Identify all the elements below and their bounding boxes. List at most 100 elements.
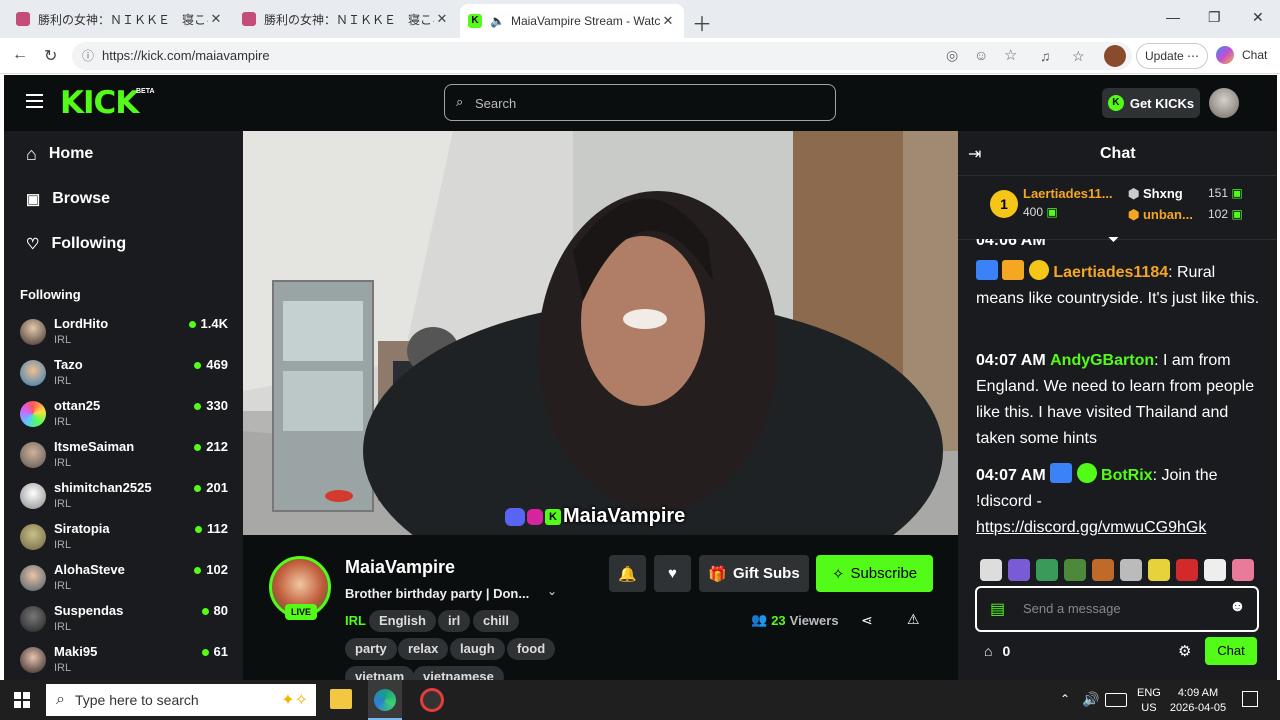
notifications-icon[interactable] bbox=[1242, 691, 1258, 707]
close-tab-icon[interactable]: ✕ bbox=[434, 11, 450, 27]
divider bbox=[958, 175, 1277, 176]
show-hidden-icons[interactable]: ⌃ bbox=[1060, 692, 1070, 706]
windows-start-icon[interactable] bbox=[14, 692, 30, 708]
subscribe-button[interactable]: ✧ Subscribe bbox=[816, 555, 933, 592]
top-nav: KICK BETA ⌕ Search K Get KICKs bbox=[4, 75, 1277, 131]
tag[interactable]: vietnamese bbox=[413, 666, 504, 680]
collections-icon[interactable]: ☆ bbox=[1072, 48, 1085, 65]
tag[interactable]: relax bbox=[398, 638, 449, 660]
tag[interactable]: vietnam bbox=[345, 666, 415, 680]
clock[interactable]: 4:09 AM 2026-04-05 bbox=[1168, 686, 1228, 716]
viewer-count: 112 bbox=[195, 521, 228, 536]
report-icon[interactable]: ⚠ bbox=[907, 611, 920, 628]
copilot-chat-label[interactable]: Chat bbox=[1242, 48, 1267, 62]
url-field[interactable]: ⓘ https://kick.com/maiavampire ◎ ☺ ☆ bbox=[72, 42, 1132, 70]
tab-title: MaiaVampire Stream - Watch bbox=[510, 14, 660, 28]
tag[interactable]: laugh bbox=[450, 638, 505, 660]
message-username[interactable]: Laertiades1184 bbox=[1053, 264, 1168, 281]
emote-icon[interactable] bbox=[1232, 559, 1254, 581]
get-kicks-button[interactable]: K Get KICKs bbox=[1102, 88, 1200, 118]
speaker-icon[interactable]: 🔈 bbox=[490, 14, 505, 28]
back-icon[interactable]: ← bbox=[12, 46, 28, 64]
chat-input[interactable]: ▤ Send a message ☻ bbox=[975, 586, 1259, 632]
favorite-star-icon[interactable]: ☆ bbox=[1004, 46, 1017, 64]
language-indicator[interactable]: ENG US bbox=[1137, 686, 1161, 716]
followed-channel[interactable]: Maki95 IRL 61 bbox=[20, 644, 228, 680]
browser-tab[interactable]: 勝利の女神：ＮＩＫＫＥ 寝ころび ✕ bbox=[234, 4, 458, 34]
emote-icon[interactable] bbox=[1064, 559, 1086, 581]
tag[interactable]: chill bbox=[473, 610, 520, 632]
send-chat-button[interactable]: Chat bbox=[1205, 637, 1257, 665]
kicks-balance[interactable]: ⌂ 0 bbox=[984, 643, 1010, 659]
followed-channel[interactable]: Suspendas IRL 80 bbox=[20, 603, 228, 643]
tracking-icon[interactable]: ◎ bbox=[946, 47, 958, 64]
tag[interactable]: English bbox=[369, 610, 436, 632]
gift-subs-button[interactable]: 🎁 Gift Subs bbox=[699, 555, 809, 592]
site-info-icon[interactable]: ⓘ bbox=[82, 47, 94, 64]
reload-icon[interactable]: ↻ bbox=[44, 46, 57, 66]
emote-icon[interactable] bbox=[1092, 559, 1114, 581]
kick-logo[interactable]: KICK bbox=[60, 85, 139, 121]
leaderboard-entry[interactable]: ⬢ Shxng bbox=[1128, 186, 1183, 202]
browser-tab-active[interactable]: K 🔈 MaiaVampire Stream - Watch ✕ bbox=[460, 4, 684, 38]
close-window-icon[interactable]: ✕ bbox=[1252, 9, 1264, 26]
emote-icon[interactable] bbox=[980, 559, 1002, 581]
notifications-button[interactable]: 🔔 bbox=[609, 555, 646, 592]
emote-icon[interactable] bbox=[1148, 559, 1170, 581]
file-explorer-icon[interactable] bbox=[330, 689, 352, 709]
menu-icon[interactable] bbox=[26, 94, 43, 108]
emote-icon[interactable] bbox=[1204, 559, 1226, 581]
tag[interactable]: irl bbox=[438, 610, 471, 632]
followed-channel[interactable]: ottan25 IRL 330 bbox=[20, 398, 228, 438]
sidebar-item-browse[interactable]: ▣ Browse bbox=[26, 187, 110, 211]
filter-icon[interactable]: ⏷ bbox=[1108, 231, 1119, 248]
copilot-icon[interactable] bbox=[1216, 46, 1234, 64]
keyboard-icon[interactable] bbox=[1105, 693, 1127, 707]
follow-button[interactable]: ♥ bbox=[654, 555, 691, 592]
followed-channel[interactable]: LordHito IRL 1.4K bbox=[20, 316, 228, 356]
message-username[interactable]: BotRix bbox=[1101, 467, 1153, 484]
search-input[interactable]: ⌕ Search bbox=[444, 84, 836, 121]
sidebar-item-following[interactable]: ♡ Following bbox=[26, 232, 126, 256]
sidebar-item-home[interactable]: ⌂ Home bbox=[26, 142, 93, 166]
followed-channel[interactable]: Siratopia IRL 112 bbox=[20, 521, 228, 561]
emote-icon[interactable] bbox=[1008, 559, 1030, 581]
stream-category-link[interactable]: IRL bbox=[345, 613, 366, 628]
leaderboard-entry[interactable]: ⬢ unban... bbox=[1128, 207, 1193, 223]
browser-tab[interactable]: 勝利の女神：ＮＩＫＫＥ 寝ころび ✕ bbox=[8, 4, 232, 34]
leaderboard-name[interactable]: Laertiades11... bbox=[1023, 186, 1113, 201]
minimize-icon[interactable]: — bbox=[1166, 9, 1180, 25]
chat-settings-icon[interactable]: ⚙ bbox=[1178, 642, 1191, 660]
followed-channel[interactable]: shimitchan2525 IRL 201 bbox=[20, 480, 228, 520]
streamer-name[interactable]: MaiaVampire bbox=[345, 557, 455, 578]
message-link[interactable]: https://discord.gg/vmwuCG9hGk bbox=[976, 515, 1206, 541]
close-tab-icon[interactable]: ✕ bbox=[208, 11, 224, 27]
followed-channel[interactable]: AlohaSteve IRL 102 bbox=[20, 562, 228, 602]
video-player[interactable]: K MaiaVampire bbox=[243, 131, 958, 535]
chevron-down-icon[interactable]: ⌄ bbox=[547, 584, 557, 598]
followed-channel[interactable]: ItsmeSaiman IRL 212 bbox=[20, 439, 228, 479]
reader-icon[interactable]: ☺ bbox=[974, 47, 988, 63]
edge-taskbar-button[interactable] bbox=[368, 680, 402, 720]
new-tab-icon[interactable]: ＋ bbox=[692, 8, 712, 37]
tag[interactable]: party bbox=[345, 638, 397, 660]
restore-icon[interactable]: ❐ bbox=[1208, 9, 1221, 26]
user-avatar[interactable] bbox=[1209, 88, 1239, 118]
close-tab-icon[interactable]: ✕ bbox=[660, 13, 676, 29]
share-icon[interactable]: ⋖ bbox=[861, 612, 873, 629]
collapse-chat-icon[interactable]: ⇥ bbox=[968, 144, 981, 164]
followed-channel[interactable]: Tazo IRL 469 bbox=[20, 357, 228, 397]
gift-icon[interactable]: ▤ bbox=[990, 599, 1005, 619]
message-username[interactable]: AndyGBarton bbox=[1050, 352, 1154, 369]
volume-icon[interactable]: 🔊 bbox=[1082, 691, 1099, 708]
profile-avatar[interactable] bbox=[1104, 45, 1126, 67]
tag[interactable]: food bbox=[507, 638, 556, 660]
extensions-icon[interactable]: ♫ bbox=[1040, 48, 1051, 64]
emote-icon[interactable] bbox=[1176, 559, 1198, 581]
obs-icon[interactable] bbox=[420, 688, 444, 712]
emoji-icon[interactable]: ☻ bbox=[1229, 598, 1246, 616]
emote-icon[interactable] bbox=[1120, 559, 1142, 581]
taskbar-search[interactable]: ⌕ Type here to search ✦✧ bbox=[46, 684, 316, 716]
emote-icon[interactable] bbox=[1036, 559, 1058, 581]
update-button[interactable]: Update ⋯ bbox=[1136, 43, 1209, 69]
